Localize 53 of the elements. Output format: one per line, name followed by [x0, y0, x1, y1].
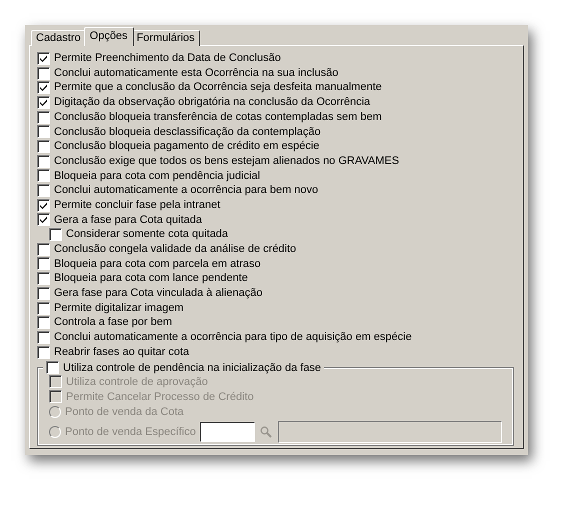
checkbox[interactable]: [37, 140, 50, 153]
group-title: Utiliza controle de pendência na inicialização da fase: [63, 360, 322, 376]
checkbox-label: Conclusão congela validade da análise de crédito: [54, 242, 296, 258]
checkbox-label: Conclusão bloqueia desclassificação da contemplação: [54, 124, 321, 140]
checkbox[interactable]: [37, 286, 50, 300]
checkbox-label: Gera fase para Cota vinculada à alienação: [54, 286, 263, 302]
checkbox-label: Conclui automaticamente a ocorrência para bem novo: [54, 183, 318, 198]
tab[interactable]: Cadastro: [31, 30, 86, 46]
checkbox-label: Utiliza controle de aprovação: [66, 374, 208, 390]
checkbox-label: Conclui automaticamente esta Ocorrência na sua inclusão: [54, 66, 338, 81]
tab[interactable]: Opções: [84, 27, 134, 46]
checkbox-label: Permite concluir fase pela intranet: [54, 198, 220, 213]
checkbox-label: Permite Preenchimento da Data de Conclusão: [54, 51, 281, 66]
checkbox-label: Bloqueia para cota com pendência judicial: [54, 168, 260, 184]
checkbox-label: Gera a fase para Cota quitada: [54, 212, 202, 228]
checkbox[interactable]: [37, 96, 50, 109]
checkbox[interactable]: [37, 66, 50, 80]
checkbox[interactable]: [49, 228, 62, 242]
checkbox-label: Permite que a conclusão da Ocorrência seja desfeita manualmente: [54, 80, 382, 96]
checkbox-label: Conclui automaticamente a ocorrência para tipo de aquisição em espécie: [54, 330, 412, 346]
checkbox-label: Permite Cancelar Processo de Crédito: [66, 390, 254, 405]
checkbox-label: Digitação da observação obrigatória na conclusão da Ocorrência: [54, 95, 370, 110]
checkbox-label: Controla a fase por bem: [54, 315, 172, 330]
radio-label: Ponto de venda Específico: [65, 424, 196, 440]
checkbox[interactable]: [37, 154, 50, 168]
checkbox[interactable]: [37, 330, 50, 344]
checkbox[interactable]: [37, 125, 50, 138]
checkbox[interactable]: [37, 81, 50, 94]
checkbox[interactable]: [46, 361, 59, 374]
checkbox[interactable]: [37, 169, 50, 182]
checkbox-label: Bloqueia para cota com parcela em atraso: [54, 256, 261, 272]
checkbox[interactable]: [37, 257, 50, 270]
checkbox-label: Considerar somente cota quitada: [66, 227, 228, 242]
tab[interactable]: Formulários: [132, 30, 200, 46]
checkbox[interactable]: [37, 110, 50, 124]
checkbox-label: Conclusão bloqueia transferência de cotas contempladas sem bem: [54, 110, 382, 125]
checkbox[interactable]: [37, 346, 50, 359]
checkbox-label: Permite digitalizar imagem: [54, 300, 184, 316]
check-icon: [39, 54, 48, 63]
checkbox-label: Conclusão bloqueia pagamento de crédito em espécie: [54, 139, 320, 154]
code-field[interactable]: [200, 422, 255, 442]
checkbox-label: Conclusão exige que todos os bens estejam alienados no GRAVAMES: [54, 154, 400, 169]
checkbox[interactable]: [37, 302, 50, 315]
checkbox-label: Reabrir fases ao quitar cota: [54, 344, 190, 360]
checkbox[interactable]: [37, 213, 50, 226]
checkbox[interactable]: [37, 52, 50, 65]
checkbox[interactable]: [37, 272, 50, 286]
checkbox-label: Bloqueia para cota com lance pendente: [54, 271, 248, 286]
checkbox[interactable]: [37, 184, 50, 198]
checkbox[interactable]: [37, 316, 50, 330]
checkbox[interactable]: [37, 242, 50, 256]
radio-label: Ponto de venda da Cota: [65, 405, 184, 420]
checkbox[interactable]: [37, 198, 50, 212]
